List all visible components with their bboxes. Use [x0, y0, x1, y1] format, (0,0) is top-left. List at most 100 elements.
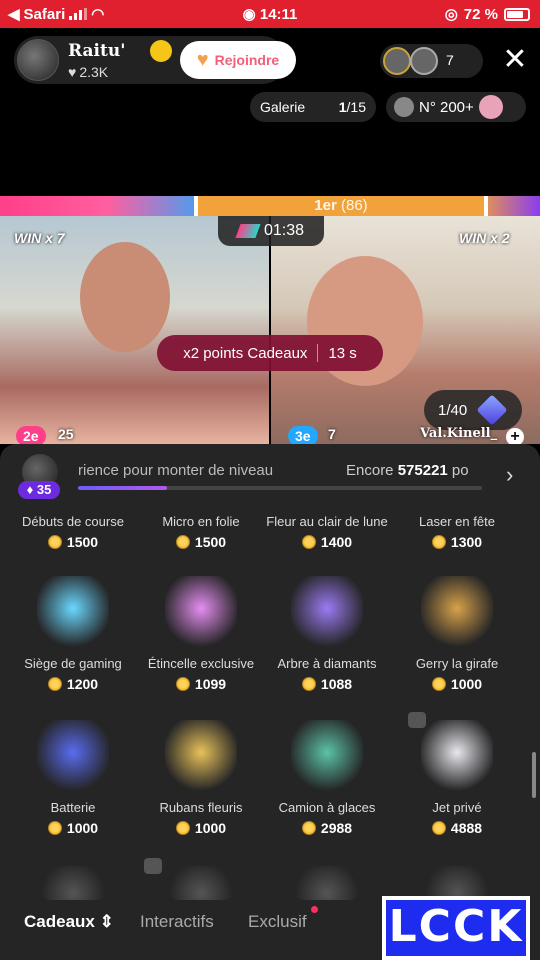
level-progress [78, 486, 482, 490]
gift-price: 1400 [262, 534, 392, 550]
coin-icon [301, 821, 316, 835]
heart-icon: ♥ [68, 64, 77, 80]
smile-emoji-icon [150, 40, 172, 62]
chevron-right-icon[interactable]: › [506, 462, 513, 488]
host-name: Raitu' [68, 41, 126, 61]
battle-position: 1er (86) [194, 196, 488, 216]
gift-name: Gerry la girafe [415, 656, 499, 671]
gift-image [37, 720, 109, 792]
gift-name: Jet privé [432, 800, 482, 815]
join-button[interactable]: ♥ Rejoindre [180, 41, 296, 79]
tab-gifts[interactable]: Cadeaux ⇕ [24, 912, 114, 932]
gift-name: Batterie [50, 800, 96, 815]
gift-price: 1300 [392, 534, 522, 550]
coin-icon [301, 677, 316, 691]
level-remaining: Encore 575221 po [346, 462, 469, 479]
host-likes: ♥ 2.3K [68, 64, 108, 80]
counter-value: 1/40 [438, 401, 468, 419]
win-count-left: WIN x 7 [14, 230, 65, 246]
host-info[interactable]: Raitu' ♥ 2.3K ♥ Rejoindre [14, 36, 296, 84]
right-position-badge: 3e [288, 426, 318, 446]
boost-time: 13 s [328, 344, 357, 362]
gift-item[interactable]: Micro en folie 1500 [136, 514, 266, 550]
gift-item[interactable]: Batterie 1000 [8, 720, 138, 836]
gift-image [291, 866, 363, 900]
gift-price: 1500 [136, 534, 266, 550]
gift-item[interactable]: Arbre à diamants 1088 [262, 576, 392, 692]
coin-icon [47, 535, 62, 549]
guest-name: Val.Kinell_ [420, 426, 498, 441]
gift-item[interactable]: Jet privé 4888 [392, 720, 522, 836]
gift-item[interactable]: Étincelle exclusive 1099 [136, 576, 266, 692]
crystal-icon [476, 394, 508, 426]
gift-item[interactable]: Débuts de course 1500 [8, 514, 138, 550]
record-icon: ◉ [242, 6, 256, 23]
gift-image [165, 576, 237, 648]
battery-icon [504, 7, 530, 21]
coin-icon [431, 821, 446, 835]
status-right: ◎ 72 % [445, 5, 530, 23]
gift-image [421, 866, 493, 900]
gift-item[interactable]: Rubans fleuris 1000 [136, 720, 266, 836]
divider [317, 344, 319, 362]
gift-name: Étincelle exclusive [147, 656, 255, 671]
gift-image [37, 866, 109, 900]
watermark-logo: LCCK [382, 896, 530, 960]
host-avatar[interactable] [17, 39, 59, 81]
boost-banner: x2 points Cadeaux 13 s [157, 335, 383, 371]
gallery-count: 1/15 [338, 99, 366, 115]
gift-name: Laser en fête [419, 514, 495, 529]
gift-name: Micro en folie [162, 514, 240, 529]
gift-price: 1200 [8, 676, 138, 692]
tab-exclusive[interactable]: Exclusif [248, 912, 307, 932]
viewer-avatar[interactable] [410, 47, 438, 75]
battery-percent: 72 % [463, 5, 498, 23]
gift-image [291, 576, 363, 648]
gallery-button[interactable]: Galerie 1/15 [250, 92, 376, 122]
scrollbar[interactable] [532, 752, 536, 798]
crystal-counter[interactable]: 1/40 [424, 390, 522, 430]
left-position-badge: 2e [16, 426, 46, 446]
gift-price: 1500 [8, 534, 138, 550]
gift-item[interactable] [8, 866, 138, 908]
win-count-right: WIN x 2 [459, 230, 510, 246]
left-score: 25 [58, 426, 74, 442]
gift-item[interactable] [262, 866, 392, 908]
video-left[interactable]: WIN x 7 [0, 216, 269, 444]
coin-icon [175, 677, 190, 691]
coin-icon [431, 535, 446, 549]
rank-avatar-icon [394, 97, 414, 117]
gift-image [421, 576, 493, 648]
gift-item[interactable]: Siège de gaming 1200 [8, 576, 138, 692]
coin-icon [47, 677, 62, 691]
gift-item[interactable]: Fleur au clair de lune 1400 [262, 514, 392, 550]
gift-image [291, 720, 363, 792]
gift-name: Arbre à diamants [277, 656, 377, 671]
video-tag-icon [144, 858, 162, 874]
level-badge: ♦ 35 [18, 481, 60, 499]
gift-image [165, 866, 237, 900]
close-icon[interactable]: ✕ [500, 45, 530, 75]
tab-interactive[interactable]: Interactifs [140, 912, 214, 932]
gift-price: 1099 [136, 676, 266, 692]
alarm-icon: ◎ [444, 6, 458, 23]
gift-image [37, 576, 109, 648]
gift-name: Camion à glaces [278, 800, 376, 815]
coin-icon [47, 821, 62, 835]
right-score: 7 [328, 426, 336, 442]
gift-name: Rubans fleuris [159, 800, 243, 815]
gift-image [421, 720, 493, 792]
gift-price: 1000 [8, 820, 138, 836]
gift-item[interactable]: Gerry la girafe 1000 [392, 576, 522, 692]
viewer-list[interactable]: 7 [380, 44, 483, 78]
gift-item[interactable]: Laser en fête 1300 [392, 514, 522, 550]
gift-ball-icon [478, 95, 503, 119]
gift-item[interactable]: Camion à glaces 2988 [262, 720, 392, 836]
gallery-label: Galerie [260, 99, 306, 115]
viewer-avatar[interactable] [383, 47, 411, 75]
join-label: Rejoindre [214, 52, 280, 68]
level-text: rience pour monter de niveau [78, 462, 274, 479]
rank-button[interactable]: N° 200+ [386, 92, 526, 122]
coin-icon [301, 535, 316, 549]
gift-image [165, 720, 237, 792]
